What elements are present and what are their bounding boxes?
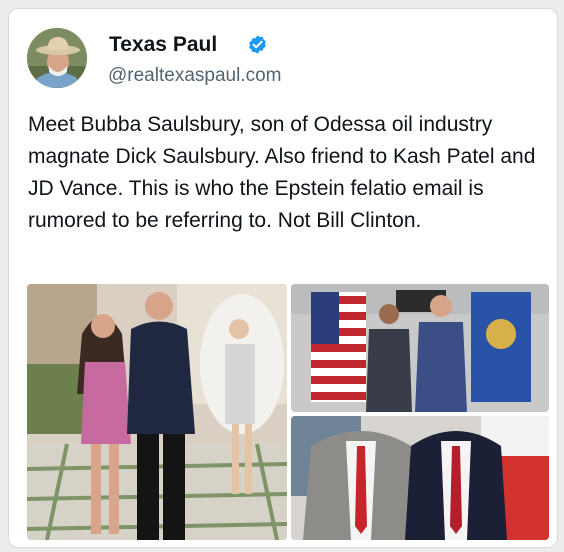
post-text: Meet Bubba Saulsbury, son of Odessa oil …: [28, 113, 536, 232]
party-photo[interactable]: [27, 284, 287, 540]
author-handle[interactable]: @realtexaspaul.com: [108, 65, 281, 87]
author-name[interactable]: Texas Paul: [109, 33, 217, 57]
verified-badge-icon: [249, 35, 266, 54]
fbi-office-photo[interactable]: [291, 284, 549, 412]
post-card[interactable]: Texas Paul @realtexaspaul.com Meet Bubba…: [8, 8, 558, 548]
author-avatar[interactable]: [27, 28, 87, 88]
men-in-suits-photo[interactable]: [291, 416, 549, 540]
